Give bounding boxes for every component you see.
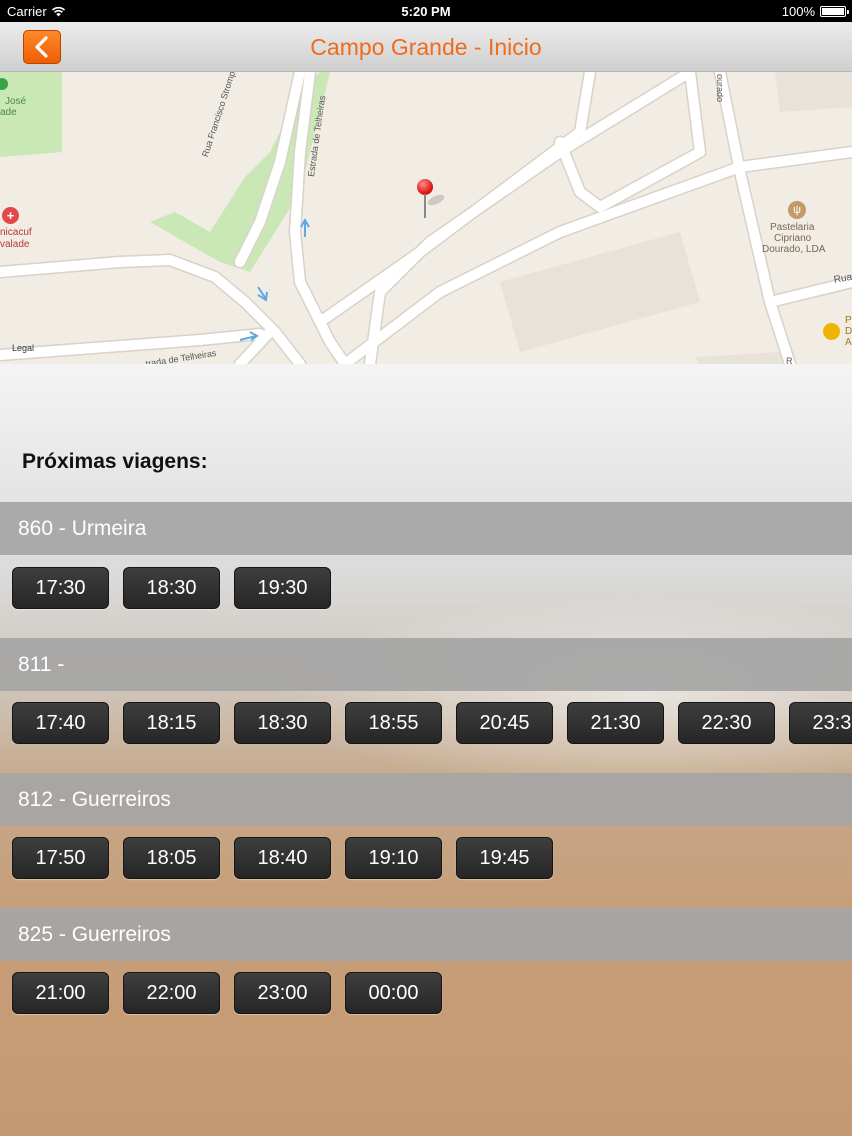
map-label: ade [0,107,17,118]
status-bar: Carrier 5:20 PM 100% [0,0,852,22]
section-title: Próximas viagens: [22,450,208,473]
map-label: valade [0,239,30,250]
location-pin-icon[interactable] [417,179,433,219]
time-button[interactable]: 19:10 [345,837,442,879]
time-button[interactable]: 18:05 [123,837,220,879]
departures-panel: Próximas viagens: 860 - Urmeira 17:30 18… [0,364,852,1136]
time-button[interactable]: 18:15 [123,702,220,744]
street-label: R [786,356,793,364]
time-button[interactable]: 17:50 [12,837,109,879]
route-header: 812 - Guerreiros [0,773,852,826]
legal-link[interactable]: Legal [12,343,34,353]
time-button[interactable]: 22:00 [123,972,220,1014]
time-button[interactable]: 22:30 [678,702,775,744]
time-button[interactable]: 20:45 [456,702,553,744]
map-label: A [845,337,852,348]
map-label: nicacuf [0,227,32,238]
map-label: José [5,96,27,107]
map-label: Pastelaria [770,222,815,233]
battery-area: 100% [781,4,849,19]
map-label: Dourado, LDA [762,244,826,255]
map-label: P [845,315,852,326]
time-button[interactable]: 19:45 [456,837,553,879]
map-label: D [845,326,852,337]
time-button[interactable]: 21:30 [567,702,664,744]
route-header: 860 - Urmeira [0,502,852,555]
time-button[interactable]: 21:00 [12,972,109,1014]
time-button[interactable]: 17:40 [12,702,109,744]
time-button[interactable]: 18:55 [345,702,442,744]
time-button[interactable]: 18:30 [234,702,331,744]
map-view[interactable]: + ψ José ade nicacuf valade Rua Francisc… [0,72,852,364]
route-header: 825 - Guerreiros [0,908,852,961]
time-button[interactable]: 19:30 [234,567,331,609]
route-header: 811 - [0,638,852,691]
time-button[interactable]: 18:30 [123,567,220,609]
battery-icon [820,6,849,17]
navigation-bar: Campo Grande - Inicio [0,22,852,72]
times-row: 17:50 18:05 18:40 19:10 19:45 [12,837,852,879]
shopping-icon [823,323,840,340]
times-row: 17:40 18:15 18:30 18:55 20:45 21:30 22:3… [12,702,852,744]
times-row: 17:30 18:30 19:30 [12,567,852,609]
battery-percent: 100% [781,4,815,19]
page-title: Campo Grande - Inicio [310,34,542,60]
clock: 5:20 PM [401,4,451,19]
pharmacy-icon: + [2,207,19,224]
restaurant-icon: ψ [788,201,806,219]
time-button[interactable]: 17:30 [12,567,109,609]
street-label: ourado [715,74,725,103]
time-button[interactable]: 23:00 [234,972,331,1014]
times-row: 21:00 22:00 23:00 00:00 [12,972,852,1014]
time-button[interactable]: 23:30 [789,702,852,744]
map-label: Cipriano [774,233,812,244]
time-button[interactable]: 18:40 [234,837,331,879]
time-button[interactable]: 00:00 [345,972,442,1014]
